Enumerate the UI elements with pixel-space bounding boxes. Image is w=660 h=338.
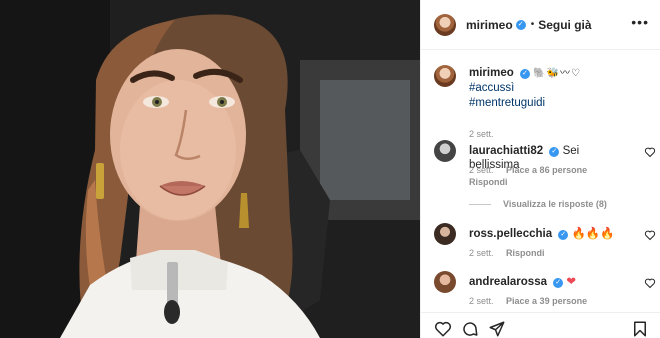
post-header: mirimeo ✓ • Segui già ••• — [421, 0, 660, 50]
comments-list[interactable]: mirimeo ✓ 🐘🐝〰♡ #accussì #mentretuguidi 2… — [421, 51, 660, 312]
comment-meta: 2 sett. Rispondi — [469, 248, 555, 258]
comment-text: ross.pellecchia ✓ 🔥🔥🔥 — [469, 227, 629, 241]
follow-separator: • — [530, 19, 535, 30]
reply-button[interactable]: Rispondi — [469, 177, 508, 187]
comment-actions: Rispondi — [469, 177, 518, 187]
selfie-image — [0, 0, 420, 338]
like-comment-icon[interactable] — [644, 229, 656, 241]
replies-divider — [469, 203, 491, 205]
comment-meta: 2 sett. Piace a 39 persone — [469, 296, 597, 306]
verified-icon: ✓ — [515, 19, 526, 30]
verified-icon: ✓ — [519, 69, 530, 79]
caption-emoji: 🐘🐝〰♡ — [533, 68, 582, 79]
view-replies-button[interactable]: Visualizza le risposte (8) — [469, 199, 607, 209]
comment-avatar[interactable] — [434, 140, 456, 162]
comments-panel: mirimeo ✓ • Segui già ••• mirimeo ✓ 🐘🐝〰♡… — [420, 0, 660, 338]
like-comment-icon[interactable] — [644, 277, 656, 289]
instagram-post-modal: mirimeo ✓ • Segui già ••• mirimeo ✓ 🐘🐝〰♡… — [0, 0, 660, 338]
comment-avatar[interactable] — [434, 271, 456, 293]
more-options-icon[interactable]: ••• — [631, 14, 649, 30]
caption-text: mirimeo ✓ 🐘🐝〰♡ #accussì #mentretuguidi — [469, 66, 649, 111]
comment-meta: 2 sett. Piace a 86 persone — [469, 165, 597, 175]
comment-avatar[interactable] — [434, 223, 456, 245]
caption-username[interactable]: mirimeo — [469, 67, 514, 79]
post-photo[interactable] — [0, 0, 420, 338]
author-avatar[interactable] — [434, 13, 456, 36]
hashtag-mentretuguidi[interactable]: #mentretuguidi — [469, 96, 649, 111]
view-replies-label: Visualizza le risposte (8) — [503, 199, 607, 209]
verified-icon: ✓ — [558, 230, 569, 240]
verified-icon: ✓ — [553, 278, 564, 288]
comment-likes[interactable]: Piace a 39 persone — [506, 296, 587, 306]
comment-timestamp[interactable]: 2 sett. — [469, 165, 494, 175]
share-icon[interactable] — [488, 320, 506, 338]
comment-content: ❤ — [566, 276, 577, 288]
comment-icon[interactable] — [461, 320, 479, 338]
comment-timestamp[interactable]: 2 sett. — [469, 248, 494, 258]
comment-username[interactable]: laurachiatti82 — [469, 145, 543, 157]
comment-content: 🔥🔥🔥 — [571, 228, 615, 240]
comment-timestamp[interactable]: 2 sett. — [469, 296, 494, 306]
comment-text: andrealarossa ✓ ❤ — [469, 275, 629, 289]
caption-timestamp[interactable]: 2 sett. — [469, 129, 494, 139]
hashtag-accussi[interactable]: #accussì — [469, 81, 649, 96]
reply-button[interactable]: Rispondi — [506, 248, 545, 258]
bookmark-icon[interactable] — [631, 320, 649, 338]
follow-button[interactable]: Segui già — [538, 18, 591, 32]
comment-likes[interactable]: Piace a 86 persone — [506, 165, 587, 175]
post-actions-bar — [421, 312, 660, 338]
like-comment-icon[interactable] — [644, 146, 656, 158]
comment-username[interactable]: andrealarossa — [469, 276, 547, 288]
verified-icon: ✓ — [549, 147, 560, 157]
caption-avatar[interactable] — [434, 65, 456, 87]
comment-username[interactable]: ross.pellecchia — [469, 228, 552, 240]
author-username[interactable]: mirimeo — [466, 18, 513, 32]
heart-icon[interactable] — [434, 320, 452, 338]
